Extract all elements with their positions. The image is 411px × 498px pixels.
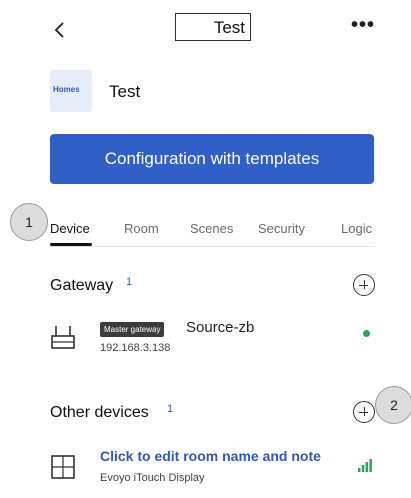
tab-bar: Device Room Scenes Security Logic xyxy=(34,215,389,247)
gateway-router-icon xyxy=(51,326,75,349)
more-options-button[interactable]: ••• xyxy=(351,15,375,35)
step-marker-1: 1 xyxy=(10,203,48,241)
master-gateway-badge: Master gateway xyxy=(100,322,165,337)
edit-room-name-link[interactable]: Click to edit room name and note xyxy=(100,448,321,464)
tab-security[interactable]: Security xyxy=(258,221,305,236)
tab-logic[interactable]: Logic xyxy=(341,221,372,236)
gateway-row[interactable]: Master gateway Source-zb 192.168.3.138 xyxy=(50,316,380,364)
gateway-name: Source-zb xyxy=(186,319,255,336)
ellipsis-icon: ••• xyxy=(350,14,375,36)
home-info[interactable]: Homes Test xyxy=(50,70,370,112)
tab-device[interactable]: Device xyxy=(50,221,90,236)
other-devices-section-title: Other devices xyxy=(50,404,149,421)
signal-strength-icon xyxy=(358,459,372,472)
configuration-with-templates-button[interactable]: Configuration with templates xyxy=(50,134,374,184)
add-device-button[interactable] xyxy=(353,401,375,423)
home-logo: Homes xyxy=(50,70,92,112)
gateway-section-title: Gateway xyxy=(50,277,114,294)
tab-scenes[interactable]: Scenes xyxy=(190,221,233,236)
device-row[interactable]: Click to edit room name and note Evoyo i… xyxy=(50,446,380,494)
gateway-ip: 192.168.3.138 xyxy=(100,342,171,354)
top-bar: Test ••• xyxy=(34,10,389,50)
home-name: Test xyxy=(109,82,141,101)
chevron-left-icon xyxy=(54,22,64,38)
back-button[interactable] xyxy=(50,18,70,42)
online-status-dot xyxy=(363,330,370,337)
title-highlight-box: Test xyxy=(175,13,251,41)
tab-divider xyxy=(50,246,375,247)
other-devices-count: 1 xyxy=(167,403,174,415)
step-marker-2: 2 xyxy=(375,386,411,424)
add-gateway-button[interactable] xyxy=(353,274,375,296)
touch-panel-icon xyxy=(51,455,75,479)
gateway-count: 1 xyxy=(126,276,133,288)
home-logo-text: Homes xyxy=(53,85,80,94)
device-page: Test ••• Homes Test Configuration with t… xyxy=(34,0,389,498)
device-model: Evoyo iTouch Display xyxy=(100,472,205,484)
tab-room[interactable]: Room xyxy=(124,221,159,236)
page-title: Test xyxy=(213,18,245,37)
